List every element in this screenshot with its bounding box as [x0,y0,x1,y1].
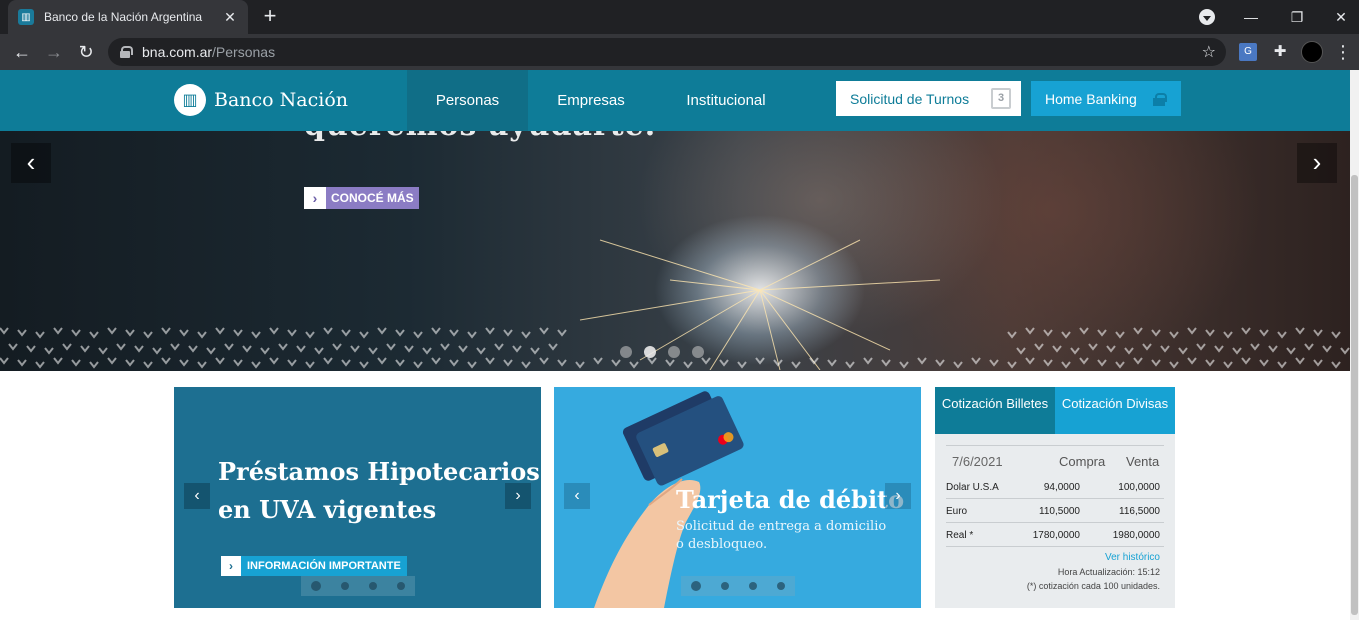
url-host: bna.com.ar [142,44,213,60]
slide-dot[interactable] [397,582,405,590]
currency-name: Real * [946,530,974,541]
hero-cta-label: CONOCÉ MÁS [326,187,419,209]
slide-dot[interactable] [721,582,729,590]
promo-card-tarjeta-debito[interactable]: Tarjeta de débito Solicitud de entrega a… [554,387,921,608]
slide-dot[interactable] [691,581,701,591]
table-row: Real * 1780,0000 1980,0000 [946,523,1164,547]
table-row: Euro 110,5000 116,5000 [946,499,1164,523]
browser-menu-icon[interactable]: ⋮ [1334,41,1352,63]
bank-favicon-icon: ▥ [18,9,34,25]
browser-toolbar: ← → ↻ bna.com.ar/Personas ☆ G ✚ ⋮ [0,34,1359,70]
slide-dot[interactable] [692,346,704,358]
forward-arrow-icon[interactable]: → [42,40,66,64]
buy-value: 1780,0000 [1032,530,1080,541]
card-title: Préstamos Hipotecarios en UVA vigentes [218,453,540,529]
extensions-puzzle-icon[interactable]: ✚ [1271,43,1289,61]
scrollbar-thumb[interactable] [1351,175,1358,615]
slide-dot[interactable] [620,346,632,358]
sell-value: 116,5000 [1119,506,1160,517]
profile-avatar[interactable] [1301,41,1323,63]
nav-personas[interactable]: Personas [407,70,528,131]
buy-value: 110,5000 [1039,506,1080,517]
slide-dot[interactable] [341,582,349,590]
card-cta-button[interactable]: › INFORMACIÓN IMPORTANTE [221,556,407,576]
hero-next-button[interactable]: › [1297,143,1337,183]
translate-extension-icon[interactable]: G [1239,43,1257,61]
reload-icon[interactable]: ↻ [74,40,98,64]
site-header: ▥ Banco Nación Personas Empresas Institu… [0,70,1350,131]
card-slide-indicators [681,576,795,596]
chevron-right-icon: › [221,556,241,576]
cotizacion-date: 7/6/2021 [952,454,1003,469]
card-title: Tarjeta de débito [676,485,905,514]
card-cta-label: INFORMACIÓN IMPORTANTE [241,556,407,576]
card-title-line1: Préstamos Hipotecarios [218,457,540,486]
web-page: queremos ayudarte. › CONOCÉ MÁS ‹ › ▥ Ba… [0,70,1350,620]
card-slide-indicators [301,576,415,596]
page-scrollbar[interactable] [1350,70,1359,620]
buy-value: 94,0000 [1043,482,1080,493]
currency-name: Dolar U.S.A [946,482,999,493]
close-window-button[interactable]: ✕ [1318,0,1359,34]
card-next-button[interactable]: › [505,483,531,509]
cotizacion-widget: Cotización Billetes Cotización Divisas 7… [935,387,1175,608]
home-banking-label: Home Banking [1045,90,1137,107]
home-banking-button[interactable]: Home Banking [1031,81,1181,116]
new-tab-button[interactable]: + [259,5,281,27]
currency-name: Euro [946,506,968,517]
lock-icon [120,46,133,58]
slide-dot[interactable] [311,581,321,591]
slide-dot[interactable] [644,346,656,358]
column-venta: Venta [1126,454,1160,469]
chevron-right-icon: › [304,187,326,209]
sell-value: 1980,0000 [1112,530,1160,541]
slide-dot[interactable] [749,582,757,590]
cotizacion-note: (*) cotización cada 100 unidades. [1026,581,1160,591]
close-tab-icon[interactable]: ✕ [222,9,238,26]
card-subtitle-line2: o desbloqueo. [676,537,768,552]
slide-dot[interactable] [668,346,680,358]
card-subtitle: Solicitud de entrega a domicilio o desbl… [676,518,886,554]
table-row: Dolar U.S.A 94,0000 100,0000 [946,475,1164,499]
card-prev-button[interactable]: ‹ [184,483,210,509]
slide-dot[interactable] [777,582,785,590]
card-next-button[interactable]: › [885,483,911,509]
solicitud-turnos-button[interactable]: Solicitud de Turnos 3 [836,81,1021,116]
update-time: Hora Actualización: 15:12 [1057,567,1160,577]
tab-search-icon[interactable] [1199,9,1215,25]
hero-cta-button[interactable]: › CONOCÉ MÁS [304,187,419,209]
card-title-line2: en UVA vigentes [218,495,437,524]
address-bar[interactable]: bna.com.ar/Personas ☆ [108,38,1226,66]
bank-building-icon: ▥ [174,84,206,116]
calendar-icon: 3 [991,88,1011,109]
promo-card-hipotecarios[interactable]: Préstamos Hipotecarios en UVA vigentes ‹… [174,387,541,608]
url-path: /Personas [212,44,276,60]
card-prev-button[interactable]: ‹ [564,483,590,509]
nav-empresas[interactable]: Empresas [530,70,652,131]
tab-cotizacion-divisas[interactable]: Cotización Divisas [1055,387,1175,434]
browser-tab-bar: ▥ Banco de la Nación Argentina ✕ + — ❐ ✕ [0,0,1359,34]
minimize-button[interactable]: — [1228,0,1274,34]
sell-value: 100,0000 [1118,482,1160,493]
bank-logo[interactable]: ▥ Banco Nación [174,84,348,116]
browser-tab[interactable]: ▥ Banco de la Nación Argentina ✕ [8,0,248,34]
table-divider [946,445,1164,446]
back-arrow-icon[interactable]: ← [10,40,34,64]
bookmark-star-icon[interactable]: ☆ [1202,42,1216,62]
logo-text: Banco Nación [214,89,348,111]
turnos-label: Solicitud de Turnos [850,90,970,107]
slide-dot[interactable] [369,582,377,590]
nav-institucional[interactable]: Institucional [660,70,792,131]
hero-prev-button[interactable]: ‹ [11,143,51,183]
column-compra: Compra [1059,454,1106,469]
card-subtitle-line1: Solicitud de entrega a domicilio [676,519,887,534]
restore-button[interactable]: ❐ [1274,0,1320,34]
tab-cotizacion-billetes[interactable]: Cotización Billetes [935,387,1055,434]
tab-title: Banco de la Nación Argentina [44,10,203,24]
lock-icon [1153,93,1167,106]
hero-slide-indicators [620,346,704,358]
ver-historico-link[interactable]: Ver histórico [1105,552,1160,563]
